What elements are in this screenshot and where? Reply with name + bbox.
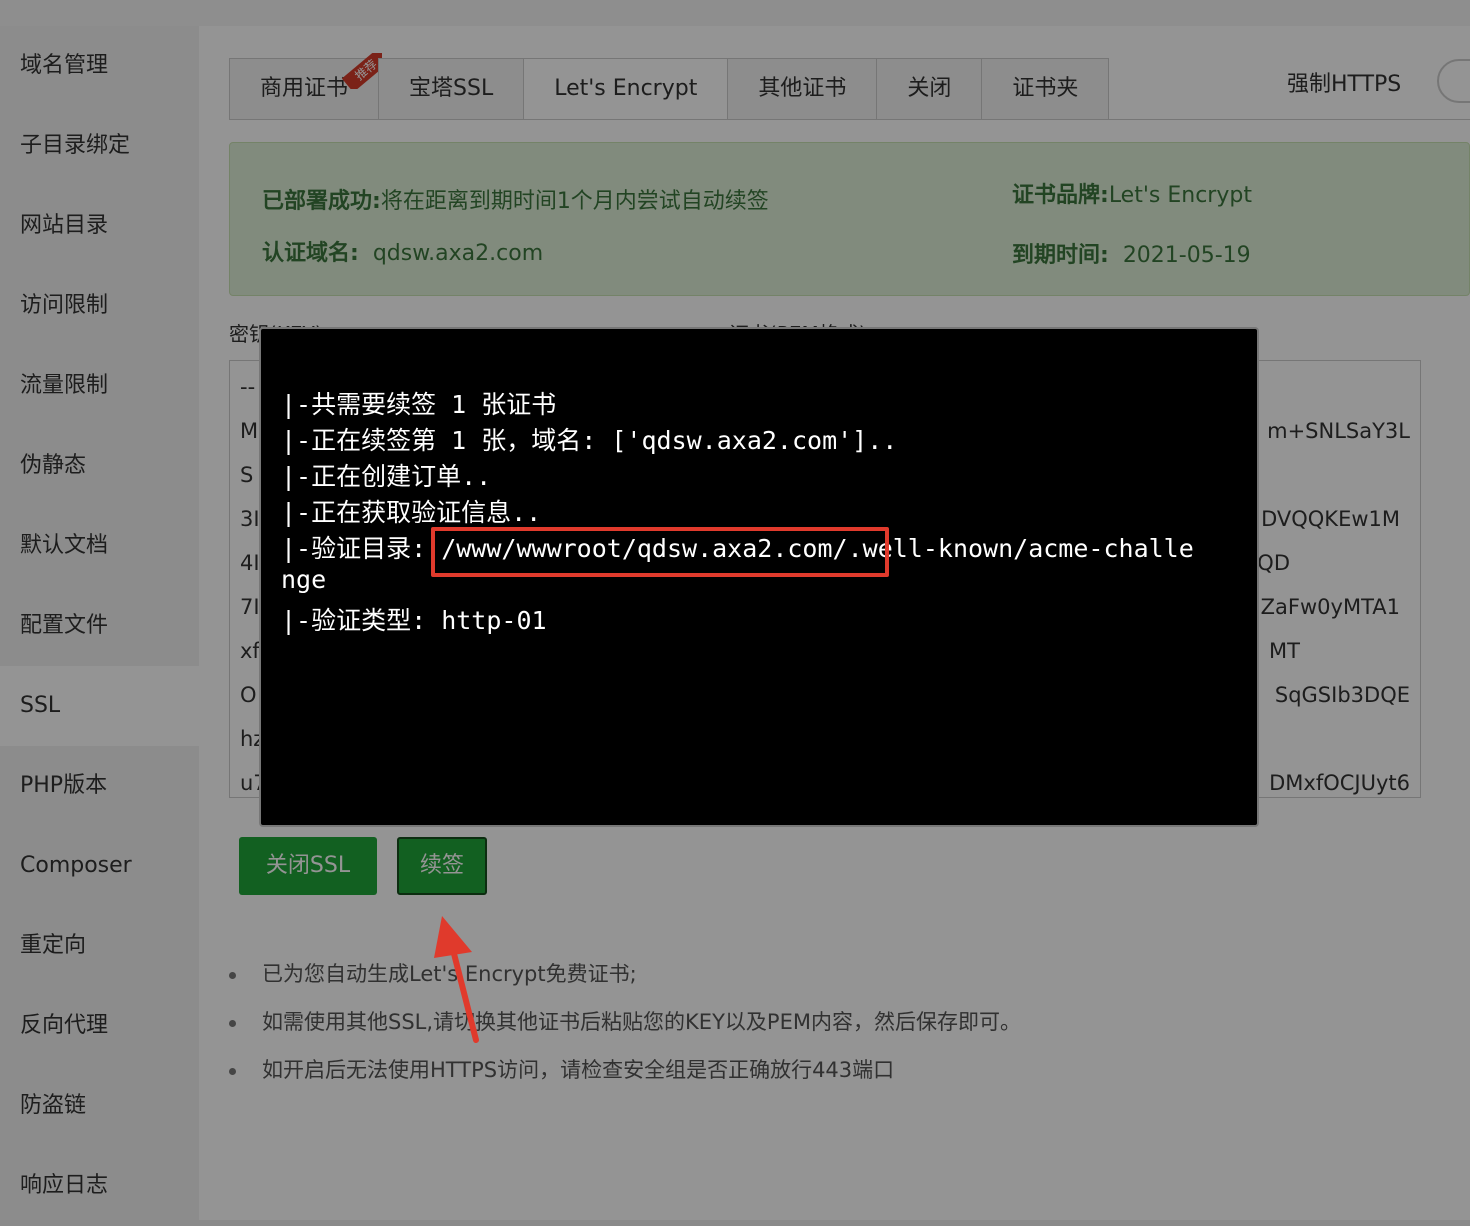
red-arrow-icon xyxy=(434,916,479,1043)
terminal-line: |-共需要续签 1 张证书 xyxy=(281,390,557,419)
highlight-box xyxy=(431,527,889,577)
terminal-line: nge xyxy=(281,565,327,594)
terminal-line: |-验证类型: http-01 xyxy=(281,606,547,635)
renew-log-terminal: |-共需要续签 1 张证书 |-正在续签第 1 张，域名: ['qdsw.axa… xyxy=(259,327,1259,827)
terminal-line: |-正在创建订单.. xyxy=(281,462,492,491)
terminal-line: |-正在续签第 1 张，域名: ['qdsw.axa2.com'].. xyxy=(281,426,898,455)
terminal-line: |-正在获取验证信息.. xyxy=(281,498,542,527)
